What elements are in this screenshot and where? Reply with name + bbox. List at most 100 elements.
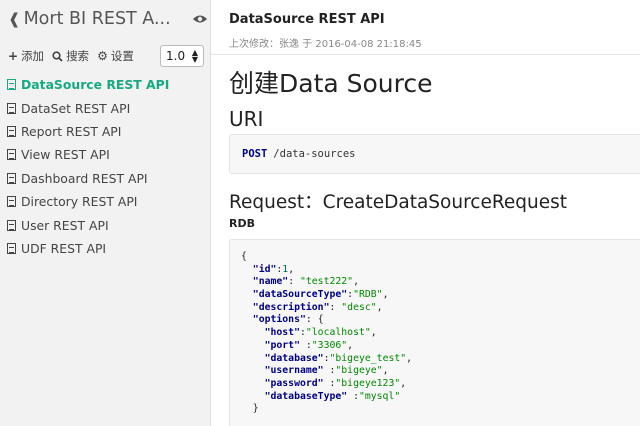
code-key: "options"	[252, 314, 306, 326]
code-line: "username" :"bigeye",	[241, 365, 640, 378]
code-punct: ,	[406, 352, 413, 364]
sidebar-item-label: Dashboard REST API	[21, 170, 148, 186]
code-line: "id":1,	[241, 264, 640, 277]
code-key: "host"	[264, 327, 300, 339]
sidebar-item-label: Directory REST API	[21, 194, 138, 210]
version-select[interactable]: 1.0 ▲ ▼	[160, 45, 204, 67]
code-key: "username"	[264, 365, 324, 377]
header-divider	[211, 54, 640, 55]
sidebar-item-report-rest-api[interactable]: Report REST API	[7, 120, 207, 143]
search-icon	[52, 50, 63, 62]
code-line: "description": "desc",	[241, 302, 640, 315]
page-tree: DataSource REST API DataSet REST API Rep…	[7, 73, 207, 260]
code-key: "database"	[264, 352, 324, 364]
code-string: "desc"	[341, 301, 377, 313]
sidebar-item-view-rest-api[interactable]: View REST API	[7, 143, 207, 166]
settings-button[interactable]: ⚙ 设置	[97, 48, 134, 64]
document-icon	[7, 102, 16, 114]
code-punct: ,	[400, 377, 407, 389]
back-arrow-icon[interactable]: ❰	[8, 10, 21, 28]
sidebar-item-label: UDF REST API	[21, 240, 107, 256]
code-line: "host":"localhost",	[241, 327, 640, 340]
sidebar-item-udf-rest-api[interactable]: UDF REST API	[7, 237, 207, 260]
code-separator: :	[288, 276, 300, 288]
page-title: DataSource REST API	[229, 12, 385, 27]
eye-icon[interactable]	[192, 14, 208, 24]
code-separator: :	[347, 390, 359, 402]
add-label: 添加	[21, 49, 45, 63]
code-line: "password" :"bigeye123",	[241, 378, 640, 391]
code-string: "localhost"	[305, 327, 371, 339]
code-punct: ,	[370, 327, 377, 339]
code-line: "databaseType" :"mysql"	[241, 391, 640, 404]
select-arrows-icon: ▲ ▼	[191, 48, 198, 64]
code-string: "bigeye"	[335, 365, 383, 377]
code-separator: :	[329, 301, 342, 313]
code-brace: {	[241, 251, 247, 262]
sidebar-item-dataset-rest-api[interactable]: DataSet REST API	[7, 96, 207, 119]
page-content: DataSource REST API 上次修改：张逸 于 2016-04-08…	[211, 0, 640, 426]
json-code-block: { "id":1, "name": "test222", "dataSource…	[229, 239, 640, 426]
code-separator: :	[323, 377, 336, 389]
sidebar-item-label: User REST API	[21, 217, 109, 233]
add-button[interactable]: + 添加	[8, 48, 44, 64]
code-punct: ,	[376, 301, 383, 313]
last-modified-meta: 上次修改：张逸 于 2016-04-08 21:18:45	[229, 39, 422, 50]
sidebar-item-dashboard-rest-api[interactable]: Dashboard REST API	[7, 167, 207, 190]
search-button[interactable]: 搜索	[52, 48, 89, 64]
code-punct: ,	[382, 289, 389, 301]
code-string: "mysql"	[358, 390, 401, 402]
sidebar-item-label: DataSource REST API	[21, 77, 170, 93]
code-key: "id"	[252, 263, 277, 275]
code-string: "test222"	[299, 276, 354, 288]
code-separator: :	[323, 365, 336, 377]
code-brace: }	[252, 403, 259, 415]
document-icon	[7, 149, 16, 161]
sidebar-item-datasource-rest-api[interactable]: DataSource REST API	[7, 73, 207, 96]
code-string: "RDB"	[353, 289, 383, 301]
code-punct: ,	[353, 276, 359, 288]
code-key: "databaseType"	[264, 390, 348, 402]
code-punct: ,	[288, 263, 295, 275]
document-icon	[7, 79, 16, 91]
code-separator: :	[305, 314, 318, 326]
code-string: "3306"	[311, 339, 348, 351]
code-punct: ,	[382, 365, 389, 377]
document-icon	[7, 242, 16, 254]
code-line: "name": "test222",	[241, 276, 640, 289]
document-icon	[7, 172, 16, 184]
http-method: POST	[242, 148, 268, 160]
plus-icon: +	[8, 49, 19, 63]
uri-code-block: POST /data-sources	[229, 134, 640, 174]
version-value: 1.0	[166, 49, 186, 63]
code-line: }	[241, 403, 640, 416]
code-string: "bigeye_test"	[329, 352, 407, 364]
code-key: "description"	[252, 301, 330, 313]
uri-heading: URI	[229, 107, 264, 131]
document-icon	[7, 125, 16, 137]
document-icon	[7, 196, 16, 208]
code-line: "database":"bigeye_test",	[241, 353, 640, 366]
code-punct: ,	[347, 339, 354, 351]
space-title[interactable]: Mort BI REST A...	[24, 9, 188, 29]
code-separator: :	[299, 339, 312, 351]
sidebar-item-label: DataSet REST API	[21, 100, 131, 116]
code-string: "bigeye123"	[335, 377, 401, 389]
code-key: "port"	[264, 339, 300, 351]
search-label: 搜索	[66, 49, 90, 63]
sidebar-item-label: Report REST API	[21, 123, 122, 139]
sidebar-item-user-rest-api[interactable]: User REST API	[7, 213, 207, 236]
code-line: "dataSourceType":"RDB",	[241, 289, 640, 302]
space-title-bar: ❰ Mort BI REST A...	[8, 6, 208, 32]
sidebar-item-label: View REST API	[21, 147, 110, 163]
sidebar-item-directory-rest-api[interactable]: Directory REST API	[7, 190, 207, 213]
